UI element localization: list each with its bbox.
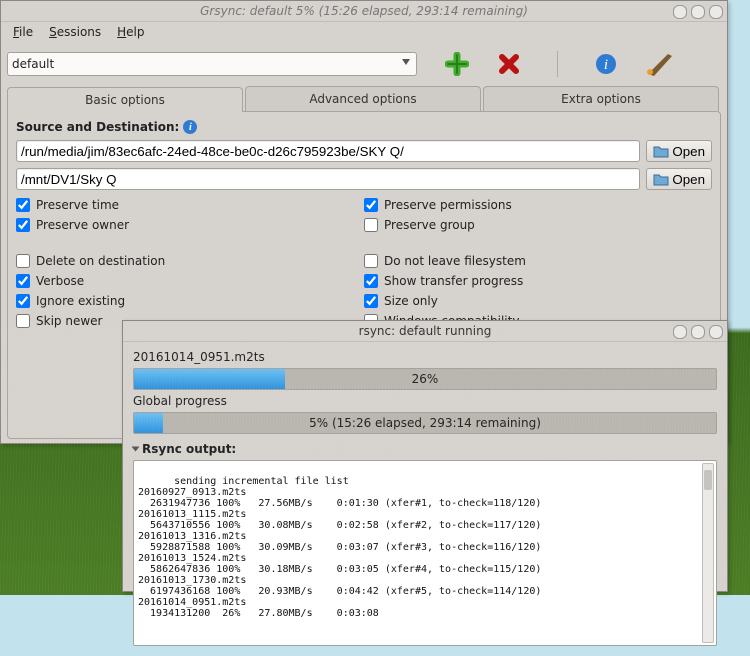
global-pct-label: 5% (15:26 elapsed, 293:14 remaining) — [134, 413, 716, 433]
toolbar-separator — [557, 51, 558, 77]
toolbar: default i — [1, 42, 727, 86]
scrollbar[interactable] — [702, 463, 714, 643]
chk-size-only[interactable]: Size only — [364, 294, 712, 308]
info-icon[interactable]: i — [594, 52, 618, 76]
remove-icon[interactable] — [497, 52, 521, 76]
chk-preserve-time[interactable]: Preserve time — [16, 198, 364, 212]
chk-verbose[interactable]: Verbose — [16, 274, 364, 288]
maximize-icon[interactable] — [691, 5, 705, 19]
profile-selected-label: default — [12, 57, 54, 71]
dest-input[interactable] — [16, 168, 640, 190]
minimize-icon[interactable] — [673, 5, 687, 19]
close-icon[interactable] — [709, 5, 723, 19]
rsync-output[interactable]: sending incremental file list 20160927_0… — [133, 460, 717, 646]
global-progress-label: Global progress — [133, 394, 717, 408]
open-source-button[interactable]: Open — [646, 140, 712, 162]
info-icon[interactable]: i — [183, 120, 197, 134]
folder-icon — [653, 144, 669, 158]
progress-titlebar: rsync: default running — [123, 321, 727, 342]
file-progressbar: 26% — [133, 368, 717, 390]
chk-preserve-owner[interactable]: Preserve owner — [16, 218, 364, 232]
chevron-down-icon — [132, 447, 140, 452]
folder-icon — [653, 172, 669, 186]
maximize-icon[interactable] — [691, 325, 705, 339]
svg-text:i: i — [604, 57, 608, 73]
chk-delete-dest[interactable]: Delete on destination — [16, 254, 364, 268]
tab-advanced[interactable]: Advanced options — [245, 86, 481, 111]
current-file-label: 20161014_0951.m2ts — [133, 350, 717, 364]
file-pct-label: 26% — [134, 369, 716, 389]
scrollbar-thumb[interactable] — [704, 470, 712, 490]
chevron-down-icon — [402, 59, 410, 65]
checks-left-col: Preserve time Preserve owner Delete on d… — [16, 198, 364, 328]
rsync-progress-window: rsync: default running 20161014_0951.m2t… — [122, 320, 728, 592]
chk-preserve-perms[interactable]: Preserve permissions — [364, 198, 712, 212]
tab-basic[interactable]: Basic options — [7, 87, 243, 112]
progress-title: rsync: default running — [123, 321, 727, 341]
add-icon[interactable] — [445, 52, 469, 76]
source-input[interactable] — [16, 140, 640, 162]
chk-no-leave-fs[interactable]: Do not leave filesystem — [364, 254, 712, 268]
tabbar: Basic options Advanced options Extra opt… — [7, 86, 721, 111]
minimize-icon[interactable] — [673, 325, 687, 339]
chk-show-progress[interactable]: Show transfer progress — [364, 274, 712, 288]
source-dest-heading: Source and Destination: i — [16, 120, 712, 134]
checks-right-col: Preserve permissions Preserve group Do n… — [364, 198, 712, 328]
menu-help[interactable]: Help — [109, 23, 152, 41]
profile-select[interactable]: default — [7, 52, 417, 76]
chk-preserve-group[interactable]: Preserve group — [364, 218, 712, 232]
open-dest-button[interactable]: Open — [646, 168, 712, 190]
rsync-output-text: sending incremental file list 20160927_0… — [138, 476, 541, 619]
menu-file[interactable]: FFileile — [5, 23, 41, 41]
menu-sessions[interactable]: Sessions — [41, 23, 109, 41]
close-icon[interactable] — [709, 325, 723, 339]
main-titlebar: Grsync: default 5% (15:26 elapsed, 293:1… — [1, 1, 727, 22]
main-title: Grsync: default 5% (15:26 elapsed, 293:1… — [1, 1, 727, 21]
menubar: FFileile Sessions Help — [1, 22, 727, 42]
output-disclosure[interactable]: Rsync output: — [133, 442, 717, 456]
run-icon[interactable] — [646, 52, 674, 76]
tab-extra[interactable]: Extra options — [483, 86, 719, 111]
chk-ignore-existing[interactable]: Ignore existing — [16, 294, 364, 308]
global-progressbar: 5% (15:26 elapsed, 293:14 remaining) — [133, 412, 717, 434]
